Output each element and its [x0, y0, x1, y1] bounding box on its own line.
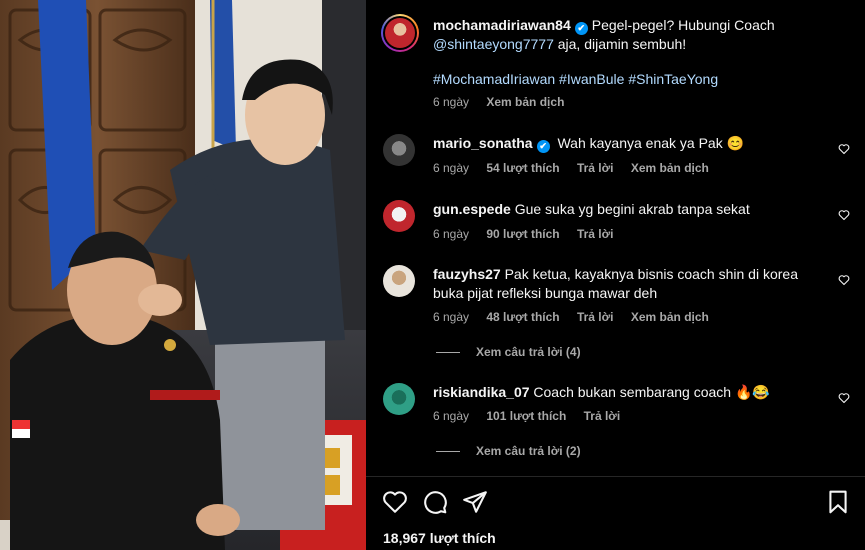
mention-link[interactable]: @shintaeyong7777: [433, 36, 554, 52]
view-replies-label[interactable]: Xem câu trả lời (4): [476, 345, 581, 359]
translate-button[interactable]: Xem bản dịch: [631, 161, 709, 175]
verified-badge-icon: ✔: [574, 22, 588, 35]
caption-rest: aja, dijamin sembuh!: [557, 36, 687, 52]
comment-meta: 6 ngày 48 lượt thích Trả lời Xem bản dịc…: [433, 310, 723, 324]
translate-button[interactable]: Xem bản dịch: [631, 310, 709, 324]
comment-avatar[interactable]: [383, 383, 415, 415]
reply-button[interactable]: Trả lời: [577, 310, 614, 324]
hashtags: #MochamadIriawan #IwanBule #ShinTaeYong: [433, 70, 853, 89]
reply-button[interactable]: Trả lời: [584, 409, 621, 423]
comment-icon[interactable]: [422, 489, 448, 515]
post-panel: mochamadiriawan84 ✔ Pegel-pegel? Hubungi C…: [366, 0, 865, 550]
comment-body: Wah kayanya enak ya Pak 😊: [557, 135, 745, 151]
replies-divider: [436, 351, 460, 353]
actions-divider: [366, 476, 865, 477]
comment-text: mario_sonatha ✔ Wah kayanya enak ya Pak 😊: [433, 134, 853, 153]
comment-likes[interactable]: 48 lượt thích: [486, 310, 559, 324]
comment-time[interactable]: 6 ngày: [433, 409, 469, 423]
post-photo: [0, 0, 366, 550]
comment-meta: 6 ngày 101 lượt thích Trả lời: [433, 409, 634, 423]
comment-time[interactable]: 6 ngày: [433, 161, 469, 175]
view-replies-button[interactable]: Xem câu trả lời (4): [436, 345, 581, 359]
author-avatar[interactable]: [381, 14, 419, 52]
comment-time[interactable]: 6 ngày: [433, 227, 469, 241]
caption-body: Pegel-pegel? Hubungi Coach: [591, 17, 775, 33]
bookmark-icon[interactable]: [825, 489, 851, 515]
reply-button[interactable]: Trả lời: [577, 227, 614, 241]
heart-icon[interactable]: [838, 209, 850, 221]
likes-count[interactable]: 18,967 lượt thích: [383, 530, 496, 546]
comment-likes[interactable]: 54 lượt thích: [486, 161, 559, 175]
comment-username[interactable]: riskiandika_07: [433, 384, 530, 400]
comment-meta: 6 ngày 54 lượt thích Trả lời Xem bản dịc…: [433, 161, 723, 175]
comment-body-continued: buka pijat refleksi bunga mawar deh: [433, 285, 658, 301]
comment-username[interactable]: mario_sonatha: [433, 135, 533, 151]
comment-likes[interactable]: 101 lượt thích: [486, 409, 566, 423]
comment-avatar[interactable]: [383, 134, 415, 166]
heart-icon[interactable]: [382, 489, 408, 515]
action-bar: [366, 485, 865, 521]
view-replies-button[interactable]: Xem câu trả lời (2): [436, 444, 581, 458]
comment-text: gun.espede Gue suka yg begini akrab tanp…: [433, 200, 853, 219]
heart-icon[interactable]: [838, 392, 850, 404]
comment-body: Gue suka yg begini akrab tanpa sekat: [514, 201, 750, 217]
comment-body: Coach bukan sembarang coach 🔥😂: [533, 384, 770, 400]
heart-icon[interactable]: [838, 143, 850, 155]
heart-icon[interactable]: [838, 274, 850, 286]
comment-text: riskiandika_07 Coach bukan sembarang coa…: [433, 383, 853, 402]
hashtag-links[interactable]: #MochamadIriawan #IwanBule #ShinTaeYong: [433, 71, 718, 87]
replies-divider: [436, 450, 460, 452]
caption-text: mochamadiriawan84 ✔ Pegel-pegel? Hubungi C…: [433, 16, 853, 54]
comment-username[interactable]: gun.espede: [433, 201, 511, 217]
post-caption: mochamadiriawan84 ✔ Pegel-pegel? Hubungi C…: [366, 0, 865, 128]
comment-text: fauzyhs27 Pak ketua, kayaknya bisnis coa…: [433, 265, 853, 303]
post-time[interactable]: 6 ngày: [433, 95, 469, 109]
comment-meta: 6 ngày 90 lượt thích Trả lời: [433, 227, 628, 241]
comment-body: Pak ketua, kayaknya bisnis coach shin di…: [504, 266, 798, 282]
comment-time[interactable]: 6 ngày: [433, 310, 469, 324]
send-icon[interactable]: [462, 489, 488, 515]
comment-likes[interactable]: 90 lượt thích: [486, 227, 559, 241]
verified-badge-icon: ✔: [536, 140, 550, 153]
translate-button[interactable]: Xem bản dịch: [486, 95, 564, 109]
author-username[interactable]: mochamadiriawan84: [433, 17, 571, 33]
comment-username[interactable]: fauzyhs27: [433, 266, 501, 282]
view-replies-label[interactable]: Xem câu trả lời (2): [476, 444, 581, 458]
reply-button[interactable]: Trả lời: [577, 161, 614, 175]
comment-avatar[interactable]: [383, 265, 415, 297]
caption-meta: 6 ngày Xem bản dịch: [433, 95, 578, 109]
comment-avatar[interactable]: [383, 200, 415, 232]
